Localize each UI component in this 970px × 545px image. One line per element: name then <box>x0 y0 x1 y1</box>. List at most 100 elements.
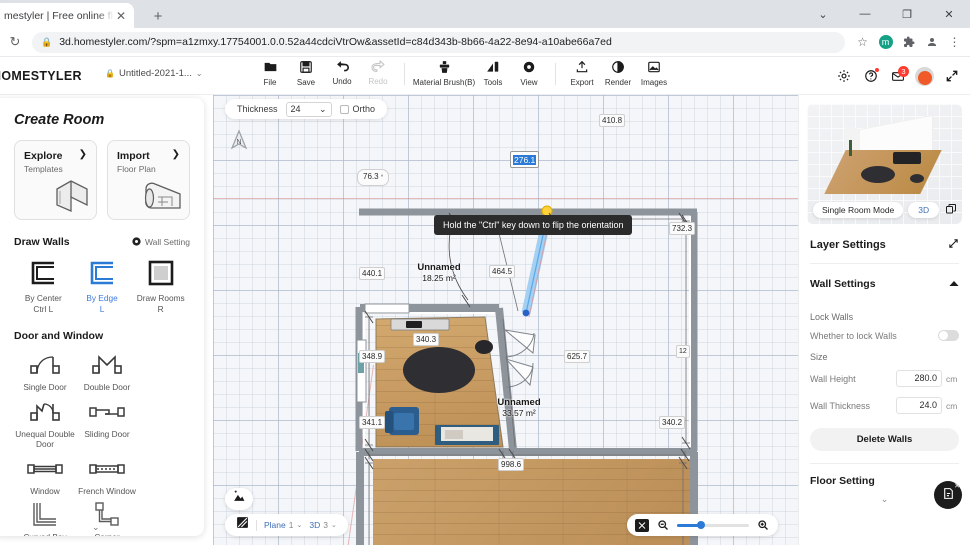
dimension-label[interactable]: 341.1 <box>359 416 386 429</box>
toolbar-undo[interactable]: Undo <box>324 57 360 86</box>
toolbar-view[interactable]: View <box>511 57 547 87</box>
browser-menu-icon[interactable]: ⋮ <box>943 31 966 54</box>
feedback-fab-button[interactable]: ✕ <box>934 481 962 509</box>
expand-arrows-icon[interactable] <box>948 238 959 252</box>
active-dimension-input[interactable]: 276.1 <box>510 151 540 168</box>
wall-thickness-unit: cm <box>946 400 958 411</box>
item-window[interactable]: Window <box>14 452 76 497</box>
wall-settings-header[interactable]: Wall Settings <box>810 264 959 301</box>
dimension-label[interactable]: 998.6 <box>498 458 525 471</box>
dimension-label[interactable]: 340.2 <box>659 416 686 429</box>
zoom-in-icon[interactable] <box>756 518 770 532</box>
import-floorplan-card[interactable]: Import Floor Plan ❯ <box>107 140 190 220</box>
toolbar-file[interactable]: File <box>252 57 288 87</box>
room-label[interactable]: Unnamed 33.57 m² <box>479 397 559 418</box>
popout-icon[interactable] <box>945 203 957 218</box>
tool-label-line2: Ctrl L <box>33 304 54 314</box>
extension-avatar-icon[interactable]: m <box>874 31 897 54</box>
toolbar-tools[interactable]: Tools <box>475 57 511 87</box>
avatar[interactable] <box>912 64 937 89</box>
zoom-slider[interactable] <box>677 521 749 529</box>
toolbar-material-brush-label: Material Brush(B) <box>412 78 476 87</box>
toolbar-save[interactable]: Save <box>288 57 324 87</box>
render-icon <box>611 60 625 77</box>
user-avatar-image <box>915 66 934 86</box>
fit-screen-icon[interactable] <box>635 518 649 532</box>
toolbar-file-label: File <box>263 78 277 87</box>
add-layer-button[interactable] <box>225 488 253 510</box>
lock-walls-toggle[interactable] <box>938 330 959 341</box>
tool-draw-rooms[interactable]: Draw Rooms R <box>131 258 190 315</box>
zoom-out-icon[interactable] <box>656 518 670 532</box>
toolbar-images[interactable]: Images <box>636 57 672 87</box>
mail-icon[interactable]: 3 <box>885 64 910 89</box>
close-icon[interactable]: ✕ <box>954 482 960 490</box>
app-logo: HOMESTYLER <box>0 69 82 83</box>
dimension-label[interactable]: 340.3 <box>413 333 440 346</box>
minimize-icon[interactable]: — <box>844 0 886 28</box>
view-3d-selector[interactable]: 3D 3 ⌄ <box>309 520 336 530</box>
gear-icon[interactable] <box>831 64 856 89</box>
item-sliding-door[interactable]: Sliding Door <box>76 395 138 450</box>
toolbar-export[interactable]: Export <box>564 57 600 87</box>
fullscreen-icon[interactable] <box>939 64 964 89</box>
document-name-chip[interactable]: 🔒 Untitled-2021-1... ⌄ <box>105 68 203 79</box>
single-room-mode-button[interactable]: Single Room Mode <box>813 202 904 218</box>
reload-icon[interactable]: ↻ <box>0 34 30 50</box>
thickness-label: Thickness <box>237 104 278 114</box>
floorplan-canvas[interactable]: Thickness 24 ⌄ Ortho N 410.8 76.3 ° 732.… <box>213 95 798 545</box>
dimension-label[interactable]: 732.3 <box>669 222 696 235</box>
wall-thickness-input[interactable]: 24.0 <box>896 397 942 414</box>
window-close-icon[interactable]: ✕ <box>928 0 970 28</box>
room-label[interactable]: Unnamed 18.25 m² <box>399 262 479 283</box>
bookmark-star-icon[interactable]: ☆ <box>851 31 874 54</box>
expand-more-icon[interactable]: ⌄ <box>92 522 100 533</box>
dimension-label-angle[interactable]: 76.3 ° <box>357 169 390 186</box>
wall-setting-button[interactable]: Wall Setting <box>132 236 190 248</box>
item-single-door[interactable]: Single Door <box>14 348 76 393</box>
preview-pouf <box>910 174 924 183</box>
profile-icon[interactable] <box>920 31 943 54</box>
curved-bay-icon <box>28 498 62 532</box>
item-french-window[interactable]: French Window <box>76 452 138 497</box>
new-tab-button[interactable]: + <box>148 7 168 27</box>
north-compass-icon[interactable]: N <box>230 129 248 158</box>
zoom-slider-handle[interactable] <box>697 521 705 529</box>
view-3d-button[interactable]: 3D <box>908 202 940 218</box>
ortho-label: Ortho <box>352 104 376 114</box>
close-icon[interactable]: ✕ <box>114 9 128 23</box>
chevron-up-icon[interactable] <box>949 280 959 289</box>
item-curved-bay[interactable]: Curved Bay <box>14 498 76 536</box>
tool-by-center[interactable]: By Center Ctrl L <box>14 258 73 315</box>
puzzle-icon[interactable] <box>897 31 920 54</box>
explore-templates-card[interactable]: Explore Templates ❯ <box>14 140 97 220</box>
dimension-label[interactable]: 12 <box>676 345 690 358</box>
item-double-door[interactable]: Double Door <box>76 348 138 393</box>
tool-label-line2: R <box>157 304 164 314</box>
dimension-label[interactable]: 410.8 <box>599 114 626 127</box>
thickness-select[interactable]: 24 ⌄ <box>285 101 332 117</box>
restore-icon[interactable]: ❐ <box>886 0 928 28</box>
dimension-label[interactable]: 464.5 <box>489 265 516 278</box>
tool-by-edge[interactable]: By Edge L <box>73 258 132 315</box>
item-unequal-double-door[interactable]: Unequal Double Door <box>14 395 76 450</box>
dimension-label[interactable]: 625.7 <box>564 350 591 363</box>
layers-icon[interactable] <box>236 516 249 534</box>
item-corner-window[interactable]: Corner <box>76 498 138 536</box>
toolbar-redo[interactable]: Redo <box>360 57 396 86</box>
browser-tab[interactable]: mestyler | Free online floor pl... ✕ <box>0 3 134 28</box>
ortho-checkbox[interactable]: Ortho <box>339 104 376 114</box>
toolbar-render[interactable]: Render <box>600 57 636 87</box>
delete-walls-button[interactable]: Delete Walls <box>810 428 959 451</box>
dimension-label[interactable]: 440.1 <box>359 267 386 280</box>
plane-selector[interactable]: Plane 1 ⌄ <box>264 520 302 530</box>
ruler-icon <box>486 60 500 77</box>
3d-preview[interactable]: Single Room Mode 3D <box>807 104 962 224</box>
url-text: 3d.homestyler.com/?spm=a1zmxy.17754001.0… <box>59 36 612 48</box>
help-icon[interactable] <box>858 64 883 89</box>
dimension-label[interactable]: 348.9 <box>359 350 386 363</box>
wall-height-input[interactable]: 280.0 <box>896 370 942 387</box>
toolbar-material-brush[interactable]: Material Brush(B) <box>413 57 475 87</box>
address-bar[interactable]: 🔒 3d.homestyler.com/?spm=a1zmxy.17754001… <box>32 31 845 53</box>
chevron-down-icon[interactable]: ⌄ <box>802 0 844 28</box>
